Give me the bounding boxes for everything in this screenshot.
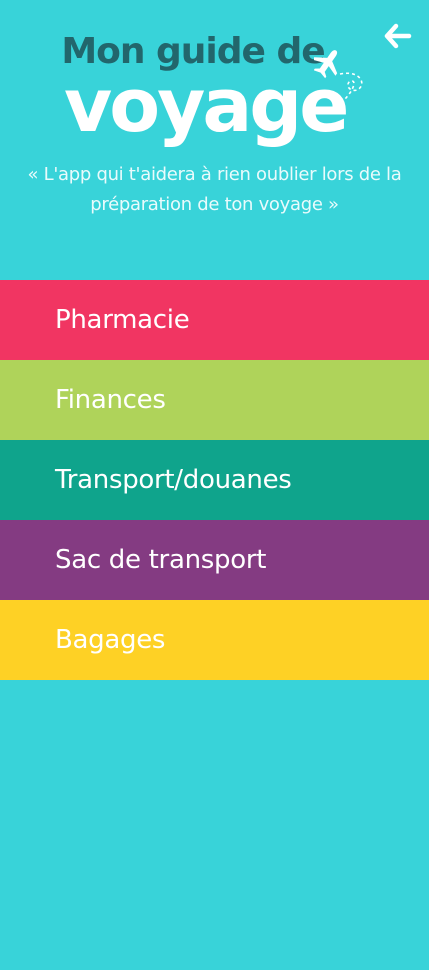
menu-item-bagages[interactable]: Bagages	[0, 600, 429, 680]
title-line-2: voyage	[64, 63, 349, 149]
app-header: Mon guide de voyage « L'app qui t'aidera…	[0, 0, 429, 280]
tagline-line-2: préparation de ton voyage »	[90, 194, 339, 215]
category-menu: Pharmacie Finances Transport/douanes Sac…	[0, 280, 429, 680]
tagline-line-1: « L'app qui t'aidera à rien oublier lors…	[27, 164, 402, 185]
menu-item-finances[interactable]: Finances	[0, 360, 429, 440]
menu-item-pharmacie[interactable]: Pharmacie	[0, 280, 429, 360]
airplane-icon	[312, 44, 370, 108]
tagline: « L'app qui t'aidera à rien oublier lors…	[0, 160, 429, 220]
menu-item-transport-douanes[interactable]: Transport/douanes	[0, 440, 429, 520]
menu-item-sac-de-transport[interactable]: Sac de transport	[0, 520, 429, 600]
